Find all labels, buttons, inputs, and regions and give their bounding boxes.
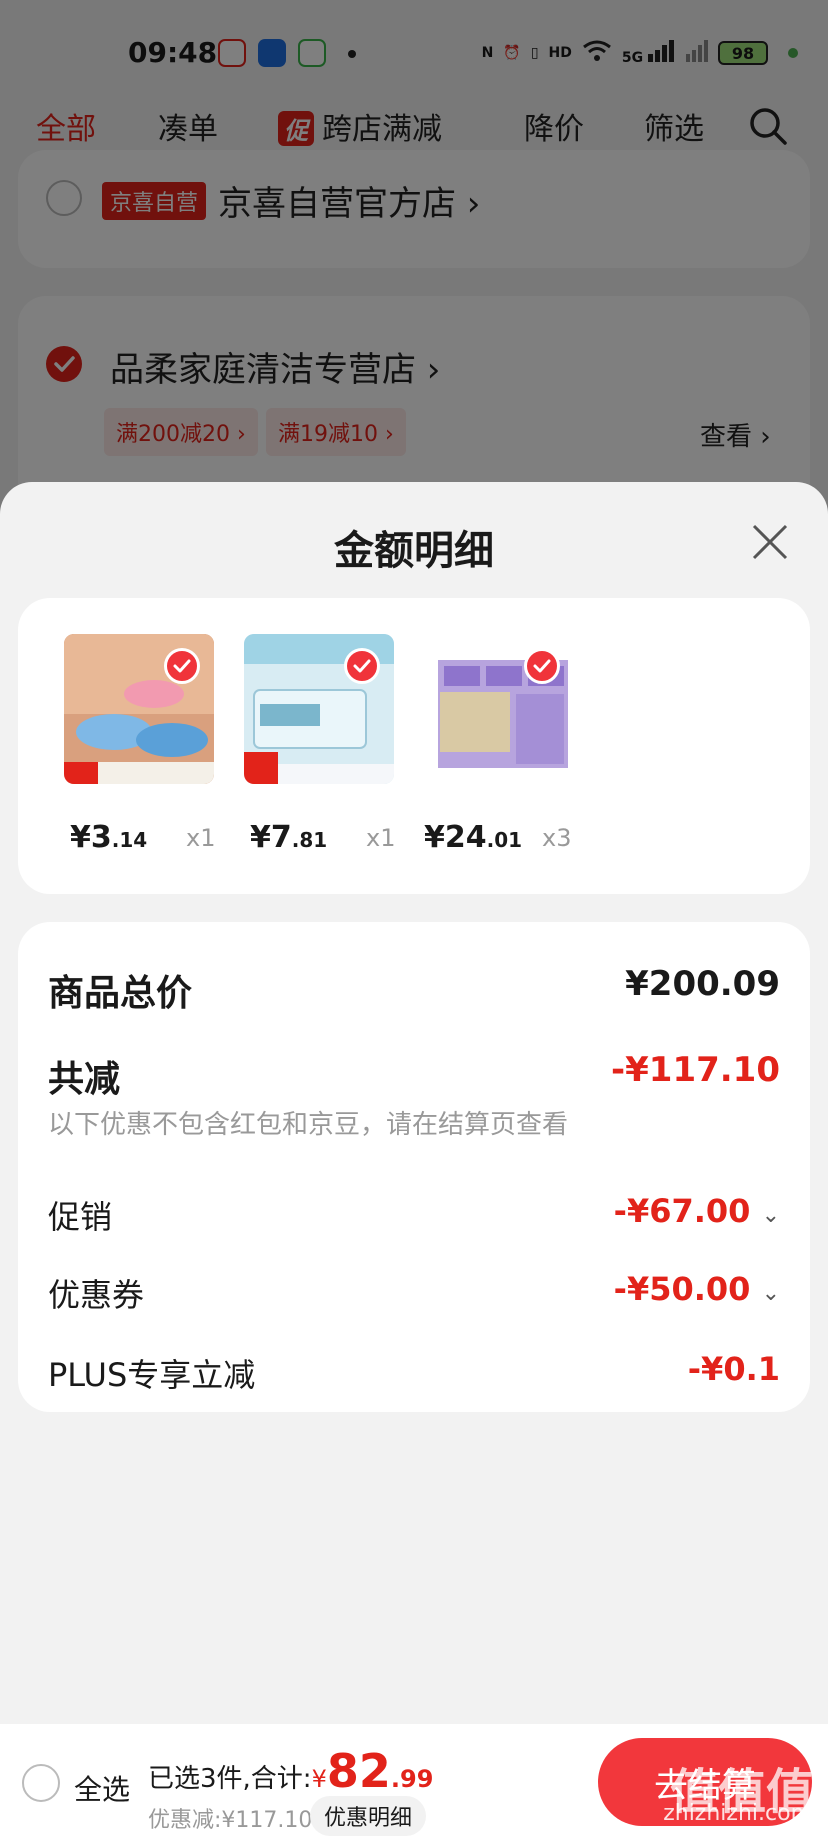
product-qty: x3	[542, 824, 572, 852]
check-badge-icon	[524, 648, 560, 684]
discount-line: 优惠减:¥117.10	[148, 1808, 313, 1833]
coupon-label: 优惠券	[48, 1276, 145, 1314]
promo-value[interactable]: -¥67.00 ⌄	[614, 1192, 780, 1230]
promo-label: 促销	[48, 1198, 113, 1236]
watermark-text: zhizhizhi.com	[663, 1801, 812, 1826]
chevron-down-icon: ⌄	[761, 1281, 780, 1306]
total-currency: ¥	[311, 1765, 327, 1793]
product-image-paper-packs[interactable]	[424, 634, 574, 784]
coupon-value[interactable]: -¥50.00 ⌄	[614, 1270, 780, 1308]
product-price: ¥3.14	[70, 820, 147, 855]
product-qty: x1	[186, 824, 216, 852]
chevron-down-icon: ⌄	[761, 1203, 780, 1228]
goods-total-label: 商品总价	[48, 973, 193, 1014]
promo-value-text: -¥67.00	[613, 1192, 751, 1230]
discount-hint: 以下优惠不包含红包和京豆，请在结算页查看	[48, 1110, 569, 1140]
product-qty: x1	[366, 824, 396, 852]
plus-value: -¥0.1	[687, 1350, 780, 1388]
goods-total-value: ¥200.09	[625, 964, 780, 1004]
product-image-tissue[interactable]	[244, 634, 394, 784]
sheet-title: 金额明细	[334, 528, 494, 574]
price-dec: .01	[486, 828, 523, 852]
product-price: ¥24.01	[424, 820, 522, 855]
price-int: ¥24	[424, 820, 487, 855]
total-reduce-value: -¥117.10	[611, 1050, 780, 1090]
price-dec: .14	[111, 828, 148, 852]
price-int: ¥3	[70, 820, 112, 855]
products-card: ¥3.14 x1 ¥7.81 x1 ¥24.01 x3	[18, 598, 810, 894]
total-line: 已选3件,合计:¥82.99	[148, 1744, 433, 1798]
amount-detail-sheet: 金额明细 ¥3.14 x1 ¥7.81 x1 ¥24.01 x3 商品总价 ¥2…	[0, 482, 828, 1840]
product-image-soap-dish[interactable]	[64, 634, 214, 784]
check-badge-icon	[344, 648, 380, 684]
price-int: ¥7	[250, 820, 292, 855]
product-price: ¥7.81	[250, 820, 327, 855]
coupon-value-text: -¥50.00	[613, 1270, 751, 1308]
total-dec: .99	[390, 1765, 434, 1793]
select-all-label[interactable]: 全选	[74, 1768, 130, 1808]
price-dec: .81	[291, 828, 328, 852]
plus-label: PLUS专享立减	[48, 1356, 256, 1394]
total-reduce-label: 共减	[48, 1059, 121, 1100]
close-icon[interactable]	[748, 520, 792, 564]
total-int: 82	[326, 1744, 391, 1798]
discount-detail-button[interactable]: 优惠明细	[310, 1796, 427, 1836]
price-summary-card: 商品总价 ¥200.09 共减 -¥117.10 以下优惠不包含红包和京豆，请在…	[18, 922, 810, 1412]
select-all-radio[interactable]	[22, 1764, 60, 1802]
check-badge-icon	[164, 648, 200, 684]
selected-count: 已选3件,合计:	[148, 1764, 312, 1794]
